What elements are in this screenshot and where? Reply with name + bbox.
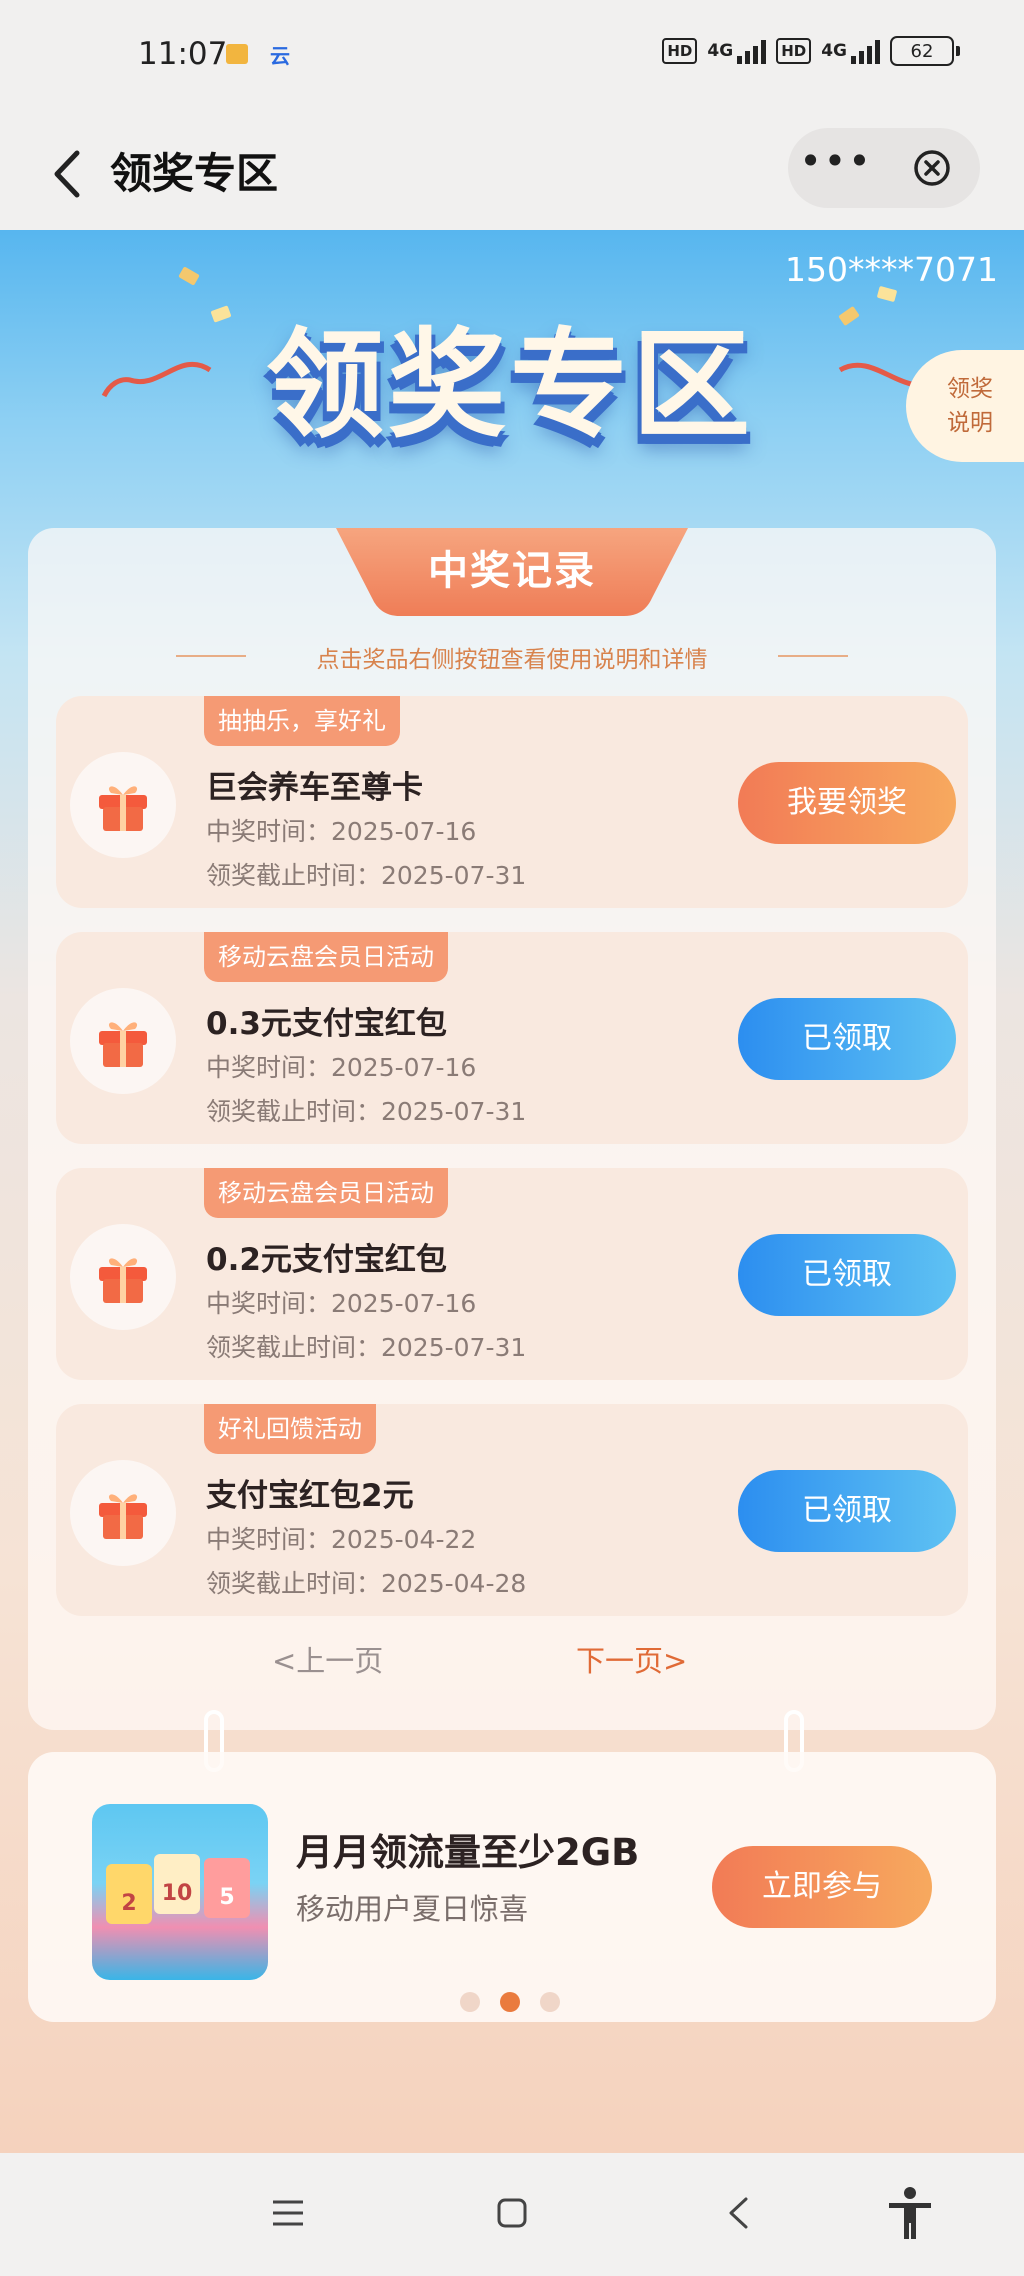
prize-deadline: 领奖截止时间：2025-07-31	[206, 861, 527, 890]
claimed-button[interactable]: 已领取	[738, 998, 956, 1080]
back-triangle-icon	[729, 2197, 748, 2229]
prize-name: 巨会养车至尊卡	[206, 770, 423, 806]
status-time: 11:07	[138, 36, 228, 72]
prize-name: 0.2元支付宝红包	[206, 1242, 447, 1278]
accessibility-icon	[889, 2187, 931, 2239]
thumb-card: 5	[204, 1858, 250, 1918]
prize-item: 好礼回馈活动 支付宝红包2元 中奖时间：2025-04-22 领奖截止时间：20…	[56, 1404, 968, 1616]
carousel-dot[interactable]	[460, 1992, 480, 2012]
carousel-dot-active[interactable]	[500, 1992, 520, 2012]
chevron-left-icon	[54, 150, 80, 198]
prize-deadline: 领奖截止时间：2025-07-31	[206, 1333, 527, 1362]
home-square-icon	[497, 2198, 527, 2228]
gift-icon-wrap	[70, 1460, 176, 1566]
join-button[interactable]: 立即参与	[712, 1846, 932, 1928]
signal-icon	[737, 38, 767, 64]
prize-item: 移动云盘会员日活动 0.2元支付宝红包 中奖时间：2025-07-16 领奖截止…	[56, 1168, 968, 1380]
carousel-dots	[460, 1992, 560, 2012]
gift-icon	[99, 1022, 147, 1067]
cloud-app-icon: 云	[270, 44, 290, 68]
accessibility-button[interactable]	[880, 2183, 940, 2243]
status-indicators: HD 4G HD 4G 62	[662, 36, 960, 66]
prize-tag: 移动云盘会员日活动	[204, 1168, 448, 1218]
back-button[interactable]	[38, 134, 98, 214]
title-bar: 领奖专区 •••	[0, 118, 1024, 230]
prize-tag: 抽抽乐，享好礼	[204, 696, 400, 746]
promo-thumbnail: 2 10 5	[92, 1804, 268, 1980]
confetti-decoration	[838, 305, 860, 327]
prize-name: 0.3元支付宝红包	[206, 1006, 447, 1042]
battery-indicator: 62	[890, 36, 960, 66]
prize-name: 支付宝红包2元	[206, 1478, 414, 1514]
gift-icon	[99, 786, 147, 831]
gift-icon-wrap	[70, 752, 176, 858]
carousel-dot[interactable]	[540, 1992, 560, 2012]
network-type: 4G	[821, 41, 847, 61]
confetti-decoration	[178, 266, 200, 286]
menu-icon	[273, 2200, 303, 2226]
banner-title: 领奖专区	[265, 316, 754, 454]
page-content: 150****7071 领奖专区 领奖说明 中奖记录 点击奖品右侧按钮查看使用说…	[0, 230, 1024, 2153]
system-back-button[interactable]	[708, 2183, 768, 2243]
gift-icon	[99, 1494, 147, 1539]
mini-program-capsule: •••	[788, 128, 980, 208]
confetti-decoration	[210, 305, 232, 323]
records-card: 中奖记录 点击奖品右侧按钮查看使用说明和详情 抽抽乐，享好礼 巨会养车至尊卡 中…	[28, 528, 996, 1730]
gift-icon-wrap	[70, 988, 176, 1094]
more-button[interactable]: •••	[788, 128, 884, 208]
promo-title: 月月领流量至少2GB	[296, 1831, 640, 1874]
prize-deadline: 领奖截止时间：2025-04-28	[206, 1569, 527, 1598]
ribbon-decoration	[101, 361, 212, 398]
prize-win-date: 中奖时间：2025-04-22	[206, 1525, 477, 1554]
section-tab: 中奖记录	[336, 528, 688, 616]
prize-item: 移动云盘会员日活动 0.3元支付宝红包 中奖时间：2025-07-16 领奖截止…	[56, 932, 968, 1144]
prize-win-date: 中奖时间：2025-07-16	[206, 1053, 477, 1082]
prize-deadline: 领奖截止时间：2025-07-31	[206, 1097, 527, 1126]
status-bar: 11:07 云 HD 4G HD 4G 62	[0, 0, 1024, 118]
home-button[interactable]	[482, 2183, 542, 2243]
divider	[778, 655, 848, 657]
prize-item: 抽抽乐，享好礼 巨会养车至尊卡 中奖时间：2025-07-16 领奖截止时间：2…	[56, 696, 968, 908]
banner-art: 领奖专区	[230, 300, 790, 470]
recent-apps-button[interactable]	[258, 2183, 318, 2243]
claim-button[interactable]: 我要领奖	[738, 762, 956, 844]
next-page-link[interactable]: 下一页>	[576, 1638, 687, 1680]
promo-card[interactable]: 2 10 5 月月领流量至少2GB 移动用户夏日惊喜 立即参与	[28, 1752, 996, 2022]
notification-icon	[226, 44, 248, 64]
rules-label: 领奖说明	[947, 376, 993, 436]
promo-subtitle: 移动用户夏日惊喜	[296, 1892, 529, 1926]
system-nav-bar	[0, 2153, 1024, 2276]
close-circle-icon	[914, 150, 950, 186]
thumb-card: 10	[154, 1854, 200, 1914]
prev-page-link[interactable]: <上一页	[272, 1638, 383, 1680]
gift-icon	[99, 1258, 147, 1303]
signal-icon	[851, 38, 880, 64]
prize-tag: 移动云盘会员日活动	[204, 932, 448, 982]
page-title: 领奖专区	[110, 149, 279, 198]
claimed-button[interactable]: 已领取	[738, 1470, 956, 1552]
section-title: 中奖记录	[428, 548, 596, 594]
thumb-card: 2	[106, 1864, 152, 1924]
more-dots-icon: •••	[799, 139, 873, 183]
prize-win-date: 中奖时间：2025-07-16	[206, 1289, 477, 1318]
gift-icon-wrap	[70, 1224, 176, 1330]
hd-badge: HD	[776, 38, 812, 64]
prize-win-date: 中奖时间：2025-07-16	[206, 817, 477, 846]
prize-tag: 好礼回馈活动	[204, 1404, 376, 1454]
user-phone: 150****7071	[785, 250, 998, 289]
rules-button[interactable]: 领奖说明	[906, 350, 1024, 462]
claimed-button[interactable]: 已领取	[738, 1234, 956, 1316]
hint-text: 点击奖品右侧按钮查看使用说明和详情	[316, 647, 708, 673]
close-button[interactable]	[884, 128, 980, 208]
network-type: 4G	[707, 41, 734, 61]
hd-badge: HD	[662, 38, 698, 64]
